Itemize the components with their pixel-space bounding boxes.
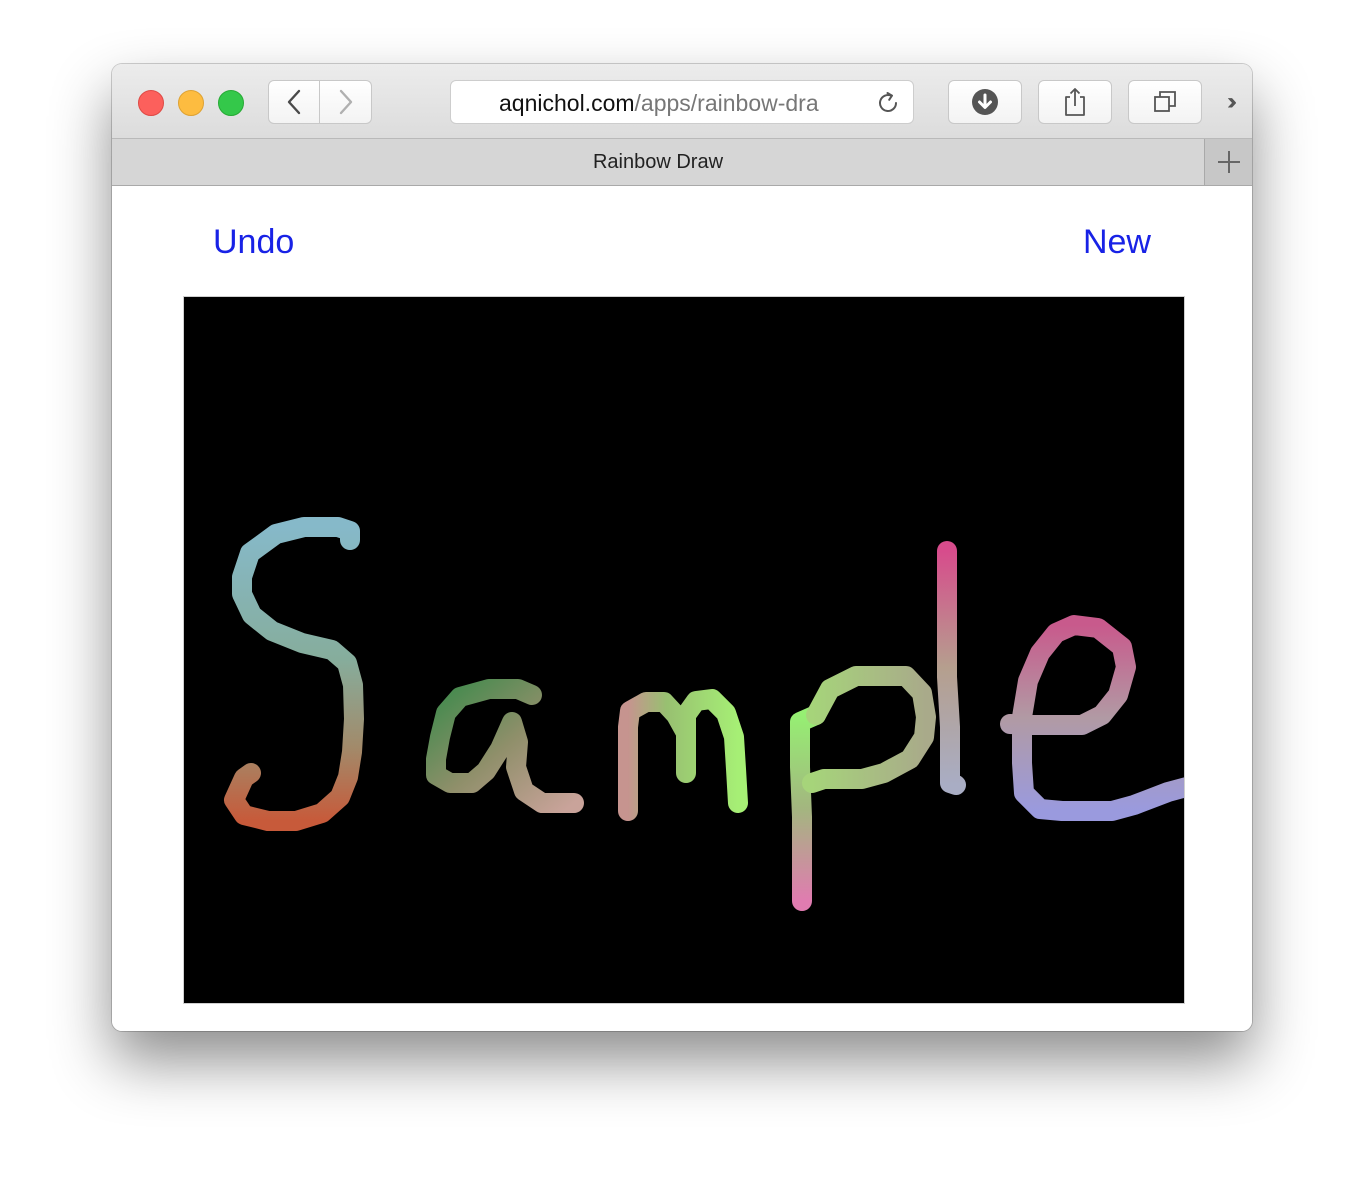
share-button[interactable]	[1038, 80, 1112, 124]
share-icon	[1065, 88, 1085, 116]
letter-a-stroke	[426, 679, 584, 813]
letter-e-stroke	[1000, 615, 1184, 821]
url-fade	[817, 87, 861, 119]
zoom-window-button[interactable]	[218, 90, 244, 116]
download-icon	[972, 89, 998, 115]
drawing-canvas[interactable]	[183, 296, 1185, 1004]
browser-window: aqnichol.com/apps/rainbow-dra ›› Rainbow…	[112, 64, 1252, 1031]
url-text: aqnichol.com/apps/rainbow-dra	[499, 90, 857, 116]
tab-bar: Rainbow Draw	[112, 139, 1252, 186]
tab-active[interactable]: Rainbow Draw	[112, 139, 1204, 185]
undo-link[interactable]: Undo	[213, 222, 294, 262]
minimize-window-button[interactable]	[178, 90, 204, 116]
new-tab-button[interactable]	[1204, 139, 1252, 185]
letter-m-stroke	[618, 689, 748, 821]
more-toolbar-items-button[interactable]: ››	[1214, 86, 1244, 118]
address-bar[interactable]: aqnichol.com/apps/rainbow-dra	[450, 80, 914, 124]
rainbow-drawing	[224, 517, 1184, 911]
url-path: /apps/rainbow-dra	[634, 90, 819, 116]
forward-button[interactable]	[320, 80, 372, 124]
chevron-right-icon	[339, 89, 352, 115]
plus-icon	[1218, 151, 1240, 173]
new-link[interactable]: New	[1083, 222, 1151, 262]
url-domain: aqnichol.com	[499, 90, 635, 116]
page-content: Undo New	[112, 186, 1252, 1031]
browser-toolbar: aqnichol.com/apps/rainbow-dra ››	[112, 64, 1252, 139]
tab-overview-button[interactable]	[1128, 80, 1202, 124]
letter-p-stem-stroke	[790, 705, 826, 911]
reload-icon[interactable]	[875, 90, 901, 116]
chevron-left-icon	[287, 89, 301, 115]
letter-p-bowl-stroke	[802, 666, 936, 793]
tabs-overview-icon	[1154, 91, 1176, 112]
back-button[interactable]	[268, 80, 320, 124]
close-window-button[interactable]	[138, 90, 164, 116]
letter-l-stroke	[937, 541, 966, 795]
letter-s-stroke	[224, 517, 364, 831]
downloads-button[interactable]	[948, 80, 1022, 124]
